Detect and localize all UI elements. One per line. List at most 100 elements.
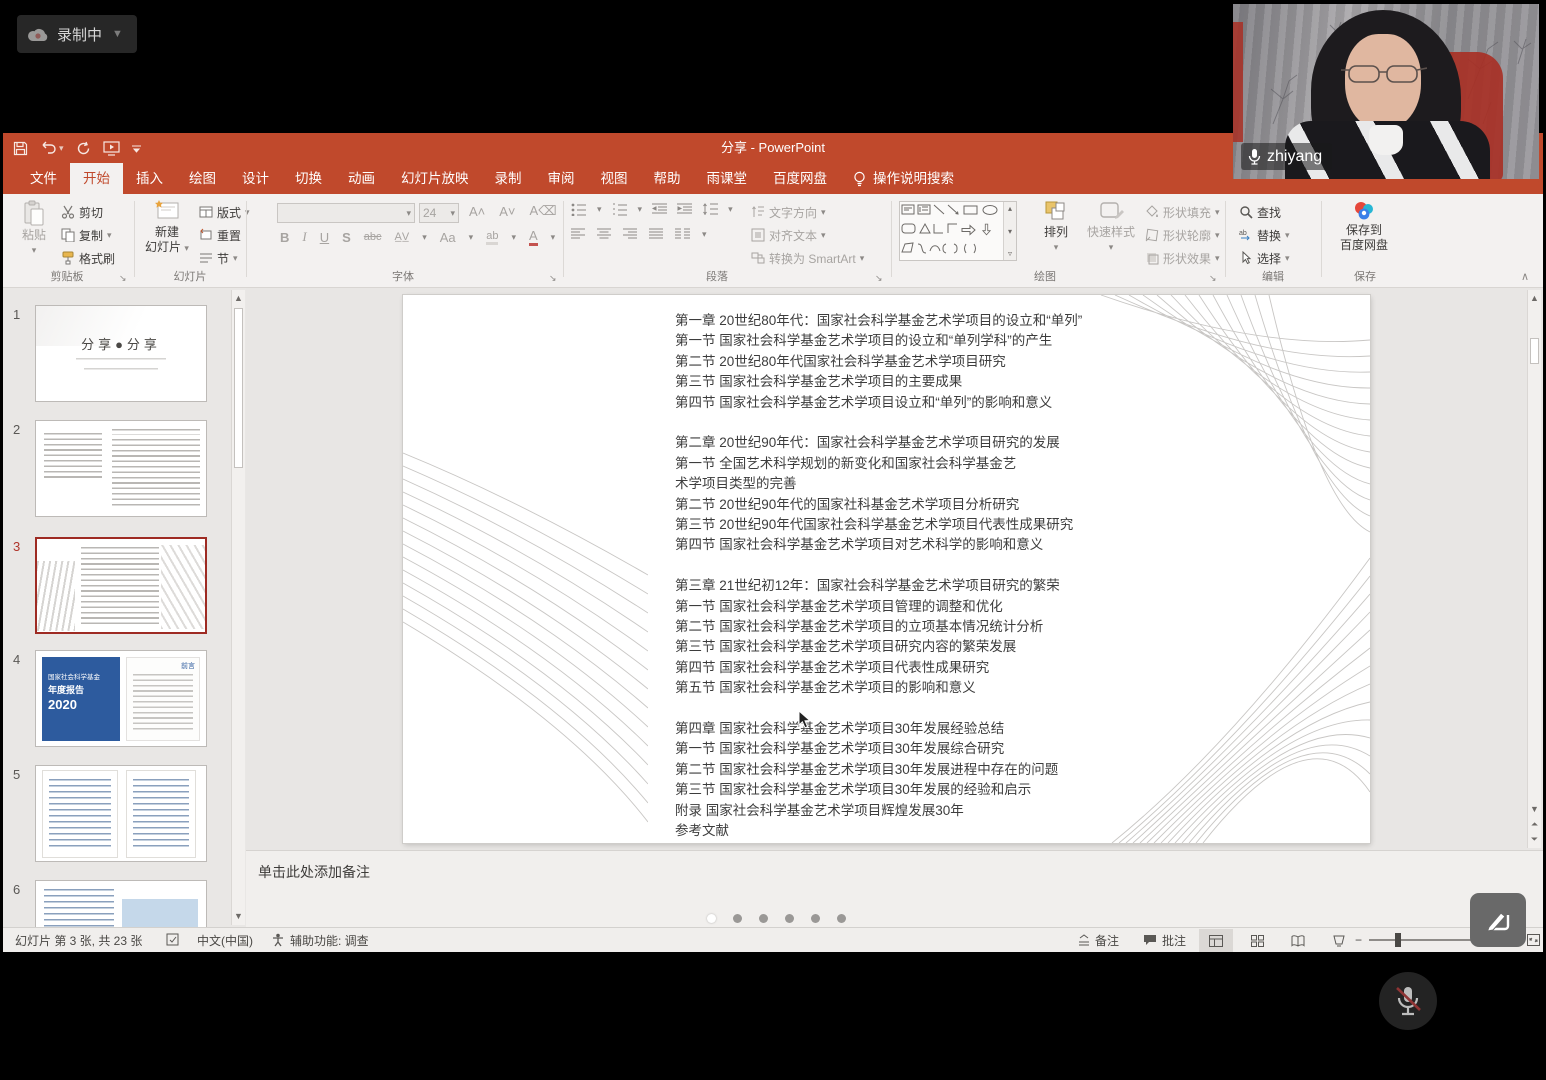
paragraph-dialog-launcher[interactable]: ↘ xyxy=(875,273,883,284)
previous-slide-button[interactable]: ⏶ xyxy=(1528,819,1541,830)
align-text-button[interactable]: 对齐文本▾ xyxy=(751,225,826,245)
webcam-video[interactable]: zhiyang xyxy=(1233,4,1539,179)
tab-rain-classroom[interactable]: 雨课堂 xyxy=(694,163,761,194)
select-button[interactable]: 选择▾ xyxy=(1239,248,1290,268)
accessibility-indicator[interactable]: 辅助功能: 调查 xyxy=(271,928,369,952)
slide-thumbnail-5[interactable] xyxy=(35,765,207,862)
align-center-button[interactable] xyxy=(597,228,611,240)
tab-design[interactable]: 设计 xyxy=(229,163,282,194)
increase-indent-button[interactable] xyxy=(677,203,692,216)
shadow-button[interactable]: S xyxy=(342,230,351,245)
drawing-dialog-launcher[interactable]: ↘ xyxy=(1209,273,1217,284)
next-slide-button[interactable]: ⏷ xyxy=(1528,834,1541,845)
character-spacing-button[interactable]: A̲V̲ xyxy=(395,231,410,243)
slide-thumbnail-4[interactable]: 国家社会科学基金 年度报告 2020 前言 xyxy=(35,650,207,747)
bullets-button[interactable] xyxy=(571,203,587,216)
change-case-button[interactable]: Aa xyxy=(440,230,456,245)
notes-pane[interactable]: 单击此处添加备注 xyxy=(246,850,1543,927)
slide-thumbnail-3-selected[interactable] xyxy=(35,537,207,634)
new-slide-button[interactable]: 新建 幻灯片 ▾ xyxy=(141,200,193,255)
find-button[interactable]: 查找 xyxy=(1239,202,1281,222)
tab-slideshow[interactable]: 幻灯片放映 xyxy=(388,163,482,194)
columns-button[interactable] xyxy=(675,228,690,240)
thumbnail-scrollbar[interactable]: ▲ ▼ xyxy=(231,290,245,925)
start-slideshow-button[interactable] xyxy=(103,141,120,156)
table-of-contents-text[interactable]: 第一章 20世纪80年代：国家社会科学基金艺术学项目的设立和“单列”第一节 国家… xyxy=(675,311,1145,862)
tab-draw[interactable]: 绘图 xyxy=(176,163,229,194)
underline-button[interactable]: U xyxy=(320,230,329,245)
justify-button[interactable] xyxy=(649,228,663,240)
layout-button[interactable]: 版式▾ xyxy=(199,202,250,222)
customize-qat-button[interactable] xyxy=(132,144,141,153)
tab-record[interactable]: 录制 xyxy=(482,163,535,194)
microphone-muted-button[interactable] xyxy=(1379,972,1437,1030)
slide-number-indicator[interactable]: 幻灯片 第 3 张, 共 23 张 xyxy=(15,928,142,952)
tab-baidu-netdisk[interactable]: 百度网盘 xyxy=(760,163,840,194)
normal-view-button[interactable] xyxy=(1199,929,1233,952)
copy-button[interactable]: 复制 ▾ xyxy=(61,225,112,245)
align-left-button[interactable] xyxy=(571,228,585,240)
redo-button[interactable] xyxy=(76,141,91,156)
convert-to-smartart-button[interactable]: 转换为 SmartArt▾ xyxy=(751,248,864,268)
comments-toggle-button[interactable]: 批注 xyxy=(1143,928,1186,952)
notes-toggle-button[interactable]: 备注 xyxy=(1078,928,1119,952)
format-painter-button[interactable]: 格式刷 xyxy=(61,248,115,268)
annotation-tool-button[interactable] xyxy=(1470,893,1526,947)
decrease-font-size-button[interactable]: A˅ xyxy=(499,204,515,219)
save-to-baidu-netdisk-button[interactable]: 保存到 百度网盘 xyxy=(1331,200,1397,252)
shapes-gallery[interactable]: ▴▾▿ xyxy=(899,201,1017,261)
tab-review[interactable]: 审阅 xyxy=(535,163,588,194)
slide-thumbnail-6[interactable] xyxy=(35,880,207,927)
recording-indicator[interactable]: 录制中 ▼ xyxy=(17,15,137,53)
slideshow-view-button[interactable] xyxy=(1322,929,1356,952)
shape-fill-button[interactable]: 形状填充▾ xyxy=(1145,202,1220,222)
tab-transitions[interactable]: 切换 xyxy=(282,163,335,194)
quick-styles-button[interactable]: 快速样式 ▾ xyxy=(1083,200,1139,254)
tab-view[interactable]: 视图 xyxy=(588,163,641,194)
increase-font-size-button[interactable]: A˄ xyxy=(469,204,485,219)
clear-formatting-button[interactable]: A⌫ xyxy=(530,203,557,219)
main-scrollbar[interactable]: ▲ ▼ ⏶ ⏷ xyxy=(1527,290,1541,848)
line-spacing-button[interactable] xyxy=(702,203,718,216)
paste-button[interactable]: 粘贴 ▾ xyxy=(11,200,57,257)
shape-effects-button[interactable]: 形状效果▾ xyxy=(1145,248,1220,268)
section-button[interactable]: 节▾ xyxy=(199,248,238,268)
reset-button[interactable]: 重置 xyxy=(199,225,241,245)
shape-outline-button[interactable]: 形状轮廓▾ xyxy=(1145,225,1220,245)
font-name-combobox[interactable]: ▾ xyxy=(277,203,415,223)
slide-thumbnail-1[interactable]: 分享●分享 xyxy=(35,305,207,402)
arrange-button[interactable]: 排列 ▾ xyxy=(1033,200,1079,254)
tab-animations[interactable]: 动画 xyxy=(335,163,388,194)
reading-view-button[interactable] xyxy=(1281,929,1315,952)
slide-thumbnail-2[interactable] xyxy=(35,420,207,517)
slide-editing-area[interactable]: 第一章 20世纪80年代：国家社会科学基金艺术学项目的设立和“单列”第一节 国家… xyxy=(246,288,1543,850)
font-color-button[interactable]: A xyxy=(529,228,538,246)
numbering-button[interactable] xyxy=(612,203,628,216)
cut-button[interactable]: 剪切 xyxy=(61,202,103,222)
save-button[interactable] xyxy=(13,141,28,156)
zoom-slider[interactable] xyxy=(1369,939,1473,941)
tab-home[interactable]: 开始 xyxy=(70,163,123,194)
bold-button[interactable]: B xyxy=(280,230,289,245)
italic-button[interactable]: I xyxy=(302,229,306,245)
slide-sorter-view-button[interactable] xyxy=(1240,929,1274,952)
fit-slide-to-window-button[interactable] xyxy=(1527,928,1540,952)
notes-placeholder[interactable]: 单击此处添加备注 xyxy=(258,862,370,882)
align-right-button[interactable] xyxy=(623,228,637,240)
clipboard-dialog-launcher[interactable]: ↘ xyxy=(119,273,127,284)
zoom-out-button[interactable]: − xyxy=(1355,928,1362,952)
slide-canvas[interactable]: 第一章 20世纪80年代：国家社会科学基金艺术学项目的设立和“单列”第一节 国家… xyxy=(403,295,1370,843)
decrease-indent-button[interactable] xyxy=(652,203,667,216)
spellcheck-icon[interactable] xyxy=(166,928,181,952)
tab-insert[interactable]: 插入 xyxy=(123,163,176,194)
language-indicator[interactable]: 中文(中国) xyxy=(197,928,253,952)
highlight-button[interactable]: ab xyxy=(486,230,498,245)
font-dialog-launcher[interactable]: ↘ xyxy=(549,273,557,284)
undo-button[interactable]: ▾ xyxy=(40,141,64,155)
text-direction-button[interactable]: 文字方向▾ xyxy=(751,202,826,222)
tab-help[interactable]: 帮助 xyxy=(641,163,694,194)
shapes-gallery-scrollbar[interactable]: ▴▾▿ xyxy=(1003,202,1016,260)
collapse-ribbon-button[interactable]: ∧ xyxy=(1521,270,1529,283)
tell-me-search[interactable]: 操作说明搜索 xyxy=(840,163,967,194)
replace-button[interactable]: ab 替换▾ xyxy=(1239,225,1290,245)
